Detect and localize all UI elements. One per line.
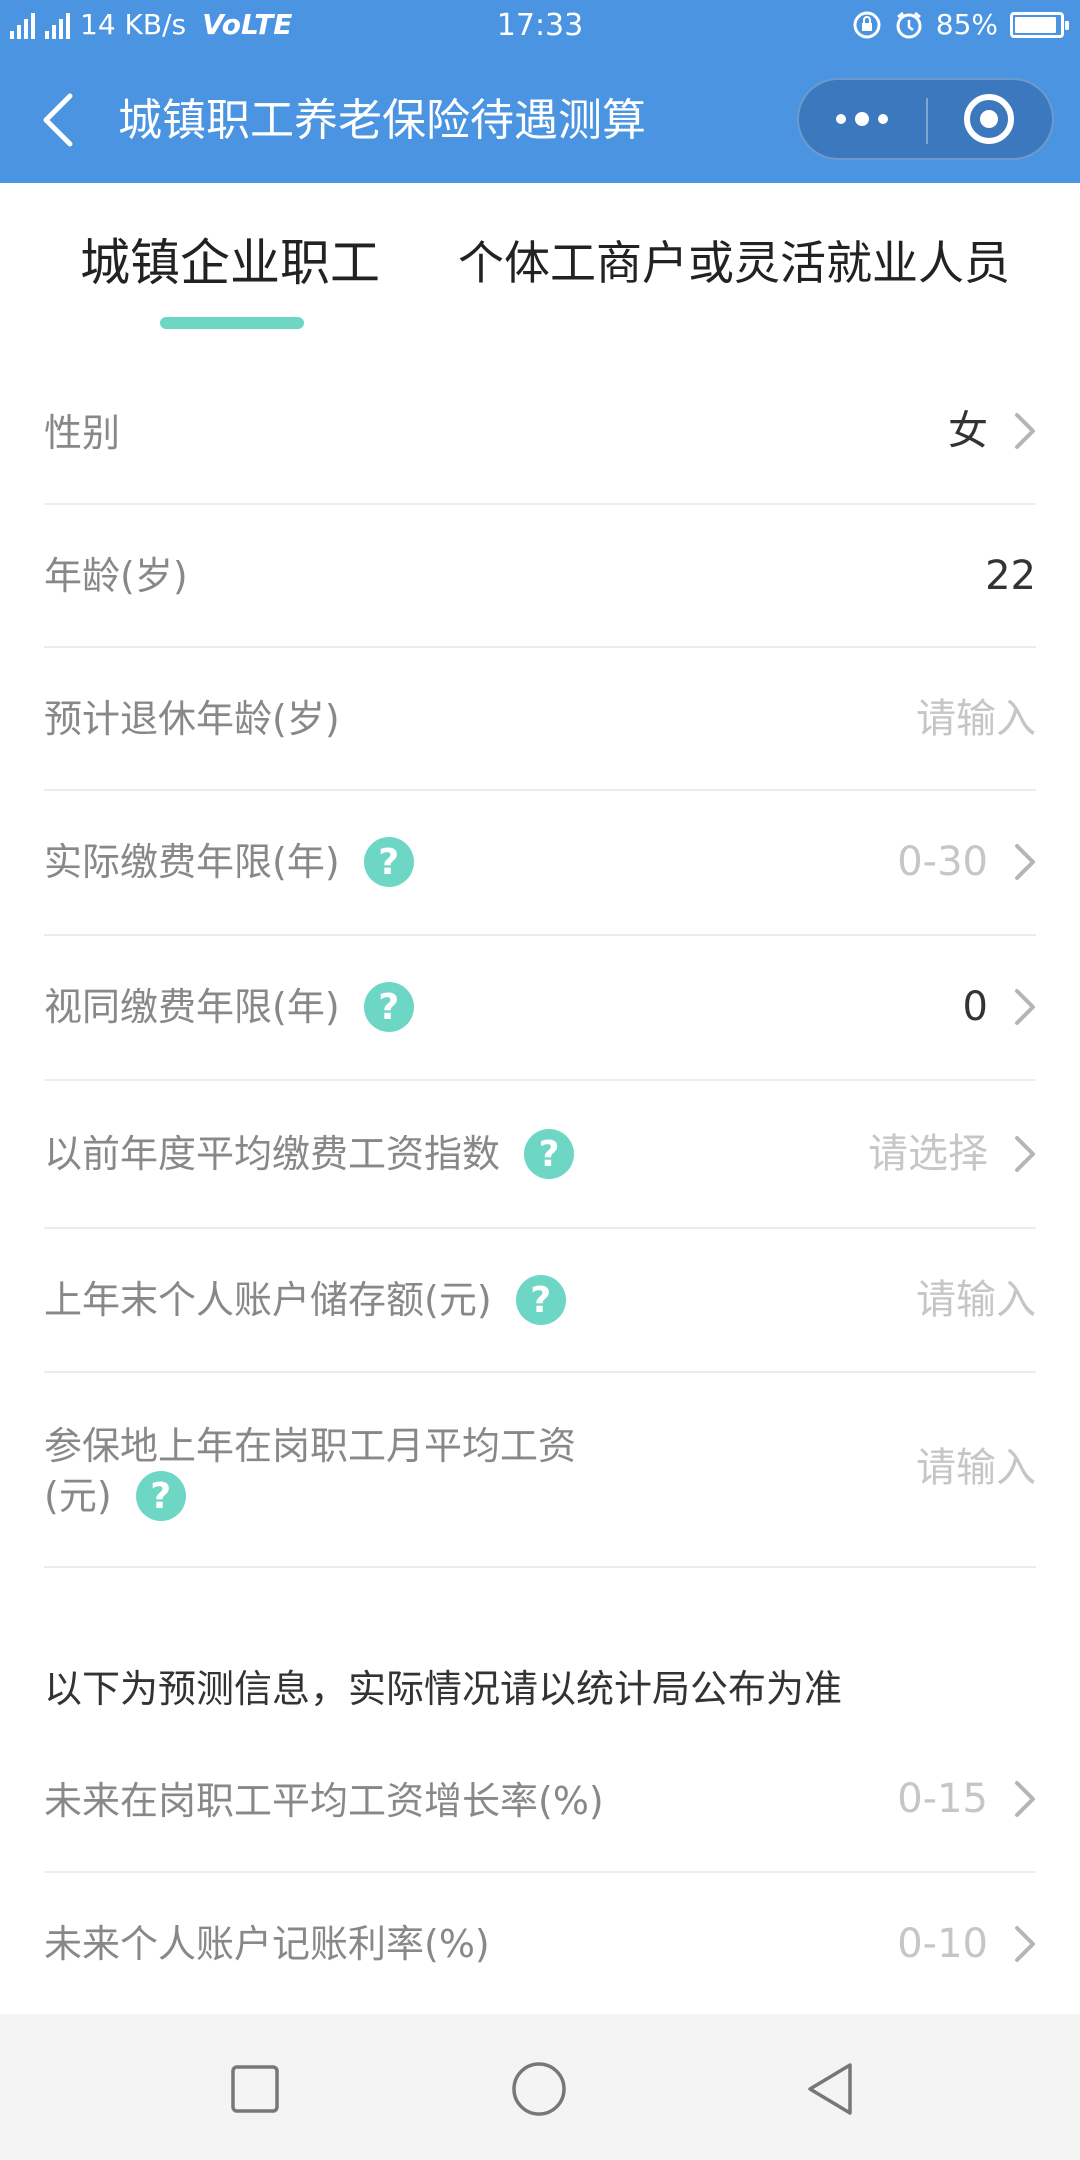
page-title: 城镇职工养老保险待遇测算 xyxy=(118,95,646,146)
alarm-icon xyxy=(894,10,924,40)
row-value-wrap: 请输入 xyxy=(916,1275,1036,1325)
interest-rate-label: 未来个人账户记账利率(%) xyxy=(44,1922,490,1966)
help-icon[interactable]: ? xyxy=(363,837,414,887)
avg-wage-label-line2: (元) ? xyxy=(44,1471,186,1521)
row-label-wrap: 实际缴费年限(年) ? xyxy=(44,837,414,887)
row-wage-index[interactable]: 以前年度平均缴费工资指数 ? 请选择 xyxy=(44,1081,1036,1229)
system-back-button[interactable] xyxy=(802,2061,858,2117)
square-recents-icon xyxy=(231,2065,279,2113)
actual-years-value: 0-30 xyxy=(897,839,988,885)
deemed-years-label: 视同缴费年限(年) xyxy=(44,985,340,1029)
chevron-right-icon xyxy=(1015,989,1035,1025)
tab-bar: 城镇企业职工 个体工商户或灵活就业人员 xyxy=(0,183,1080,343)
triangle-back-icon xyxy=(808,2063,852,2115)
row-label-wrap: 未来在岗职工平均工资增长率(%) xyxy=(44,1776,604,1826)
system-nav-bar xyxy=(0,2014,1080,2160)
row-label-wrap: 年龄(岁) xyxy=(44,551,188,601)
more-dots-icon xyxy=(836,112,889,126)
help-icon[interactable]: ? xyxy=(363,982,414,1032)
row-avg-wage[interactable]: 参保地上年在岗职工月平均工资 (元) ? 请输入 xyxy=(44,1373,1036,1568)
row-value-wrap: 请选择 xyxy=(868,1129,1036,1179)
tab-urban-employee[interactable]: 城镇企业职工 xyxy=(80,233,380,293)
row-interest-rate[interactable]: 未来个人账户记账利率(%) 0-10 xyxy=(44,1873,1036,2014)
row-wage-growth[interactable]: 未来在岗职工平均工资增长率(%) 0-15 xyxy=(44,1728,1036,1873)
help-icon[interactable]: ? xyxy=(524,1129,575,1179)
chevron-left-icon xyxy=(43,93,73,147)
row-value-wrap: 请输入 xyxy=(916,1443,1036,1493)
row-value-wrap: 0 xyxy=(963,982,1036,1032)
row-label-wrap: 以前年度平均缴费工资指数 ? xyxy=(44,1129,575,1179)
nav-bar: 城镇职工养老保险待遇测算 xyxy=(0,56,1080,183)
row-gender[interactable]: 性别 女 xyxy=(44,360,1036,505)
actual-years-label: 实际缴费年限(年) xyxy=(44,840,340,884)
wage-growth-label: 未来在岗职工平均工资增长率(%) xyxy=(44,1779,604,1823)
account-balance-input[interactable]: 请输入 xyxy=(916,1275,1036,1325)
help-icon[interactable]: ? xyxy=(515,1275,566,1325)
status-right: 85% xyxy=(852,8,1069,41)
help-icon[interactable]: ? xyxy=(135,1471,186,1521)
chevron-right-icon xyxy=(1015,413,1035,449)
gender-value: 女 xyxy=(948,408,988,454)
avg-wage-label: 参保地上年在岗职工月平均工资 xyxy=(44,1424,577,1468)
row-label-wrap: 参保地上年在岗职工月平均工资 (元) ? xyxy=(44,1421,576,1521)
interest-rate-value: 0-10 xyxy=(897,1921,988,1967)
account-balance-label: 上年末个人账户储存额(元) xyxy=(44,1278,492,1322)
chevron-right-icon xyxy=(1015,1136,1035,1172)
row-deemed-years[interactable]: 视同缴费年限(年) ? 0 xyxy=(44,936,1036,1081)
deemed-years-value: 0 xyxy=(962,984,988,1030)
capsule-menu xyxy=(797,78,1054,160)
age-label: 年龄(岁) xyxy=(44,554,188,598)
row-label-wrap: 未来个人账户记账利率(%) xyxy=(44,1919,490,1969)
battery-icon xyxy=(1010,11,1069,38)
wage-index-label: 以前年度平均缴费工资指数 xyxy=(44,1132,501,1176)
row-value-wrap: 0-30 xyxy=(897,837,1036,887)
recents-button[interactable] xyxy=(227,2061,283,2117)
row-actual-years[interactable]: 实际缴费年限(年) ? 0-30 xyxy=(44,791,1036,936)
close-miniprogram-button[interactable] xyxy=(926,80,1053,158)
chevron-right-icon xyxy=(1015,1781,1035,1817)
home-button[interactable] xyxy=(511,2061,567,2117)
avg-wage-unit: (元) xyxy=(44,1474,112,1518)
row-value-wrap: 0-15 xyxy=(897,1774,1036,1824)
status-bar: 14 KB/s VoLTE 17:33 85% xyxy=(0,0,1080,56)
wage-growth-value: 0-15 xyxy=(897,1776,988,1822)
wage-index-select[interactable]: 请选择 xyxy=(868,1129,988,1179)
row-value-wrap: 0-10 xyxy=(897,1919,1036,1969)
chevron-right-icon xyxy=(1015,844,1035,880)
top-bar: 14 KB/s VoLTE 17:33 85% 城镇职工养老保险待遇测算 xyxy=(0,0,1080,183)
row-label-wrap: 预计退休年龄(岁) xyxy=(44,694,340,744)
tab-self-employed[interactable]: 个体工商户或灵活就业人员 xyxy=(458,233,1010,293)
retire-age-label: 预计退休年龄(岁) xyxy=(44,697,340,741)
row-value-wrap: 22 xyxy=(985,551,1036,601)
gender-label: 性别 xyxy=(44,411,121,455)
tab-active-indicator xyxy=(160,317,304,329)
row-label-wrap: 视同缴费年限(年) ? xyxy=(44,982,414,1032)
capsule-divider xyxy=(926,98,928,144)
chevron-right-icon xyxy=(1015,1926,1035,1962)
age-input[interactable]: 22 xyxy=(985,551,1036,601)
battery-percent: 85% xyxy=(935,8,998,41)
back-button[interactable] xyxy=(36,90,84,150)
target-circle-icon xyxy=(963,94,1014,144)
retire-age-input[interactable]: 请输入 xyxy=(916,694,1036,744)
avg-wage-input[interactable]: 请输入 xyxy=(916,1443,1036,1493)
row-value-wrap: 请输入 xyxy=(916,694,1036,744)
row-retire-age[interactable]: 预计退休年龄(岁) 请输入 xyxy=(44,648,1036,791)
forecast-note: 以下为预测信息，实际情况请以统计局公布为准 xyxy=(44,1667,843,1711)
rotation-lock-icon xyxy=(852,10,882,40)
circle-home-icon xyxy=(512,2062,566,2116)
row-value-wrap: 女 xyxy=(948,406,1036,456)
row-label-wrap: 性别 xyxy=(44,408,120,458)
row-age[interactable]: 年龄(岁) 22 xyxy=(44,505,1036,648)
more-button[interactable] xyxy=(799,80,926,158)
row-label-wrap: 上年末个人账户储存额(元) ? xyxy=(44,1275,566,1325)
row-account-balance[interactable]: 上年末个人账户储存额(元) ? 请输入 xyxy=(44,1229,1036,1373)
